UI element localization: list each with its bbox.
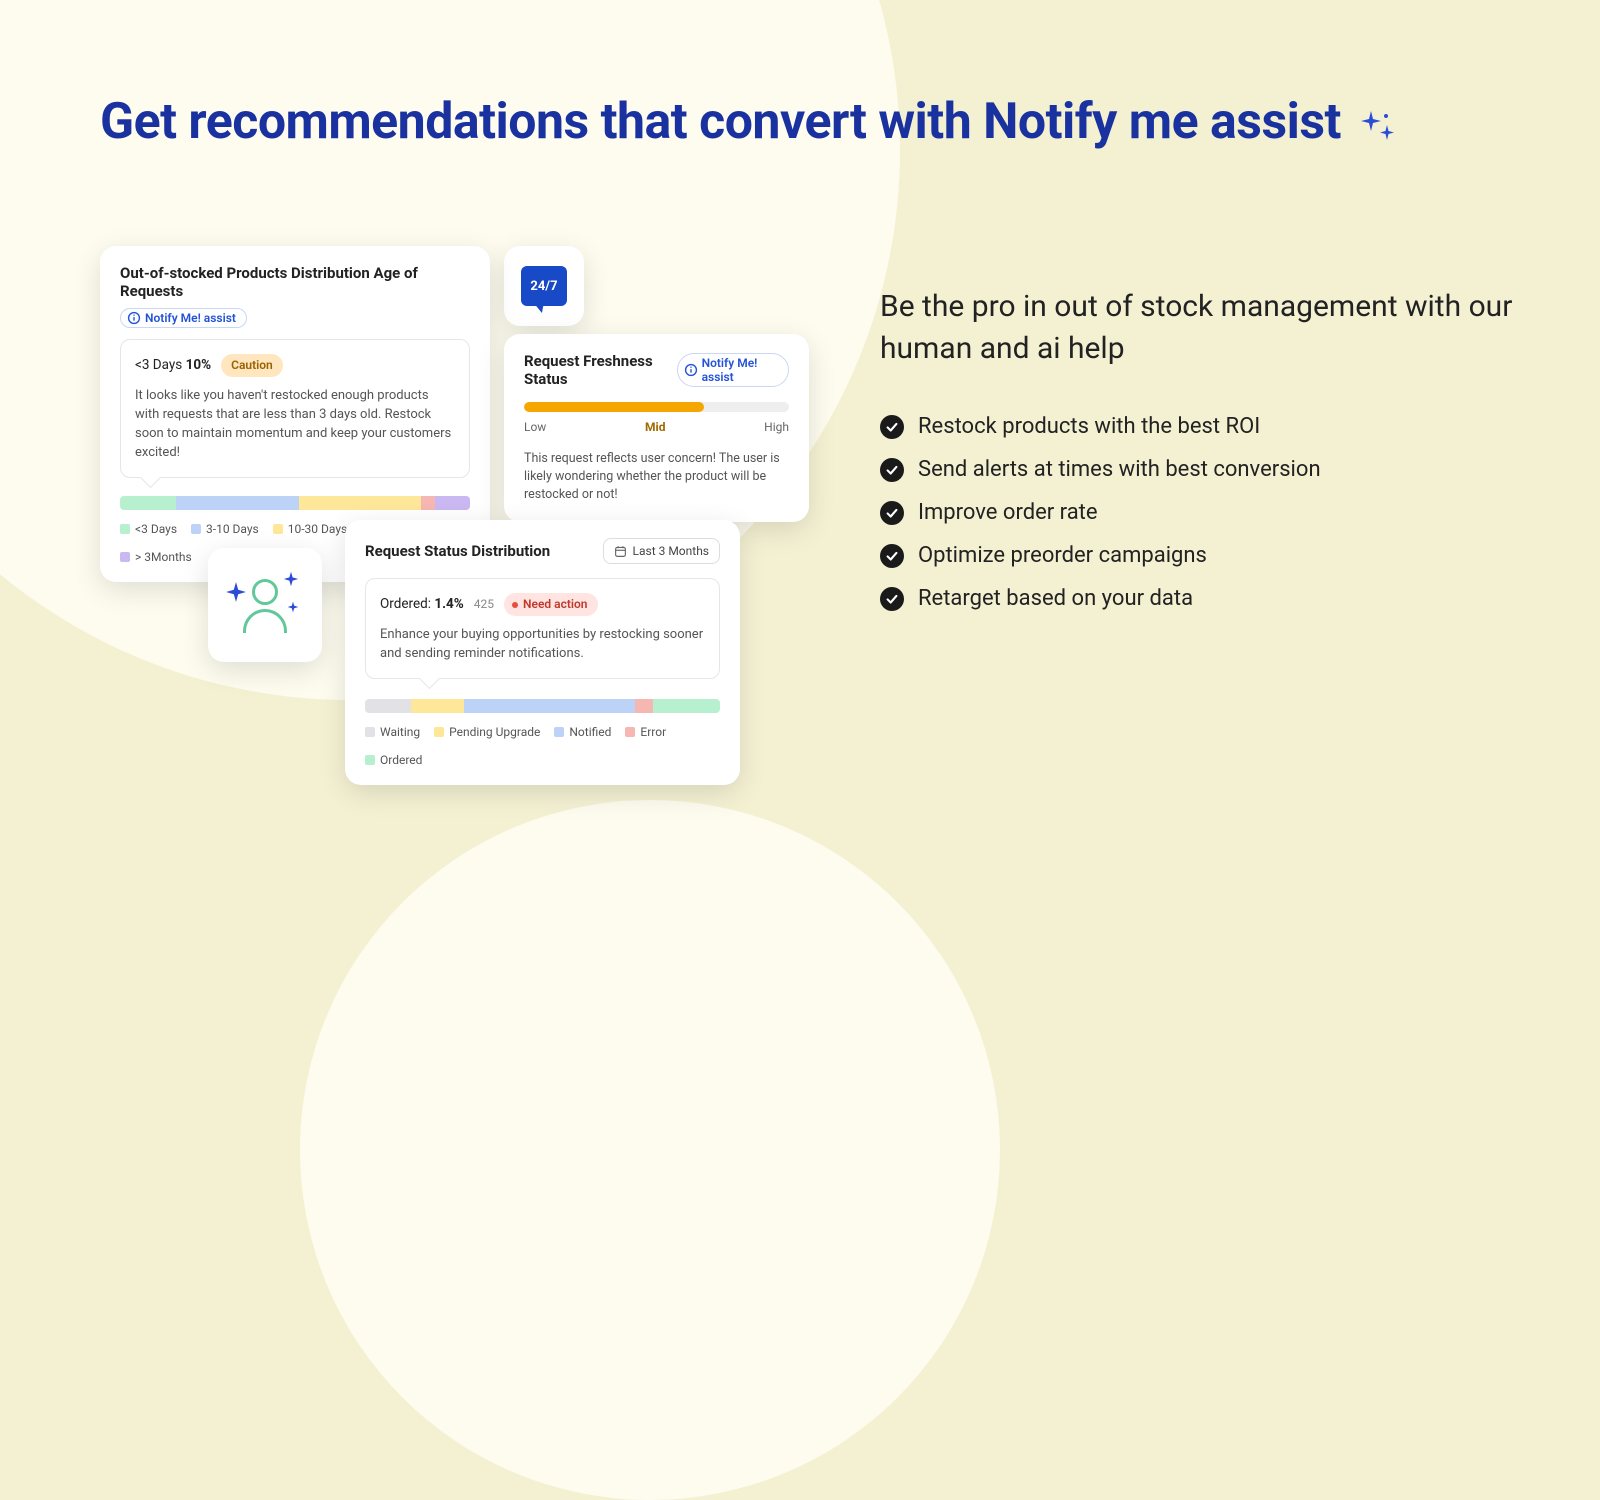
legend-item: Waiting — [365, 725, 420, 739]
chat-bubble-icon: 24/7 — [521, 266, 567, 306]
check-icon — [880, 458, 904, 482]
age-segmented-bar — [120, 496, 470, 510]
calendar-icon — [614, 545, 627, 558]
status-distribution-card: Request Status Distribution Last 3 Month… — [345, 520, 740, 785]
person-sparkle-icon — [225, 565, 305, 645]
freshness-card: Request Freshness Status Notify Me! assi… — [504, 334, 809, 522]
status-segmented-bar — [365, 699, 720, 713]
feature-item: Improve order rate — [880, 500, 1520, 525]
legend-item: <3 Days — [120, 522, 177, 536]
avatar-card — [208, 548, 322, 662]
legend-item: > 3Months — [120, 550, 192, 564]
page-headline: Get recommendations that convert with No… — [100, 92, 1397, 152]
legend-item: Error — [625, 725, 666, 739]
subheading: Be the pro in out of stock management wi… — [880, 286, 1520, 370]
info-icon — [127, 311, 141, 325]
insight-tooltip: <3 Days 10% Caution It looks like you ha… — [120, 339, 470, 478]
date-range-pill[interactable]: Last 3 Months — [603, 538, 720, 564]
feature-item: Optimize preorder campaigns — [880, 543, 1520, 568]
legend-item: Notified — [554, 725, 611, 739]
info-icon — [684, 363, 698, 377]
assist-pill[interactable]: Notify Me! assist — [677, 353, 789, 387]
legend-item: Pending Upgrade — [434, 725, 540, 739]
gauge-labels: Low Mid High — [524, 420, 789, 434]
need-action-badge: Need action — [504, 593, 598, 616]
card-title: Out-of-stocked Products Distribution Age… — [120, 264, 470, 300]
check-icon — [880, 501, 904, 525]
freshness-gauge — [524, 402, 789, 412]
feature-item: Retarget based on your data — [880, 586, 1520, 611]
assist-pill[interactable]: Notify Me! assist — [120, 308, 247, 328]
caution-badge: Caution — [221, 354, 283, 377]
insight-tooltip: Ordered: 1.4% 425 Need action Enhance yo… — [365, 578, 720, 679]
check-icon — [880, 544, 904, 568]
feature-item: Restock products with the best ROI — [880, 414, 1520, 439]
card-title: Request Status Distribution — [365, 542, 550, 560]
support-badge-card: 24/7 — [504, 246, 584, 326]
feature-item: Send alerts at times with best conversio… — [880, 457, 1520, 482]
check-icon — [880, 415, 904, 439]
sparkle-icon — [1357, 94, 1397, 154]
legend-item: 3-10 Days — [191, 522, 259, 536]
feature-list: Restock products with the best ROI Send a… — [880, 414, 1520, 611]
legend-item: Ordered — [365, 753, 422, 767]
card-title: Request Freshness Status — [524, 352, 677, 388]
status-legend: Waiting Pending Upgrade Notified Error Order… — [365, 725, 720, 767]
legend-item: 10-30 Days — [273, 522, 347, 536]
check-icon — [880, 587, 904, 611]
